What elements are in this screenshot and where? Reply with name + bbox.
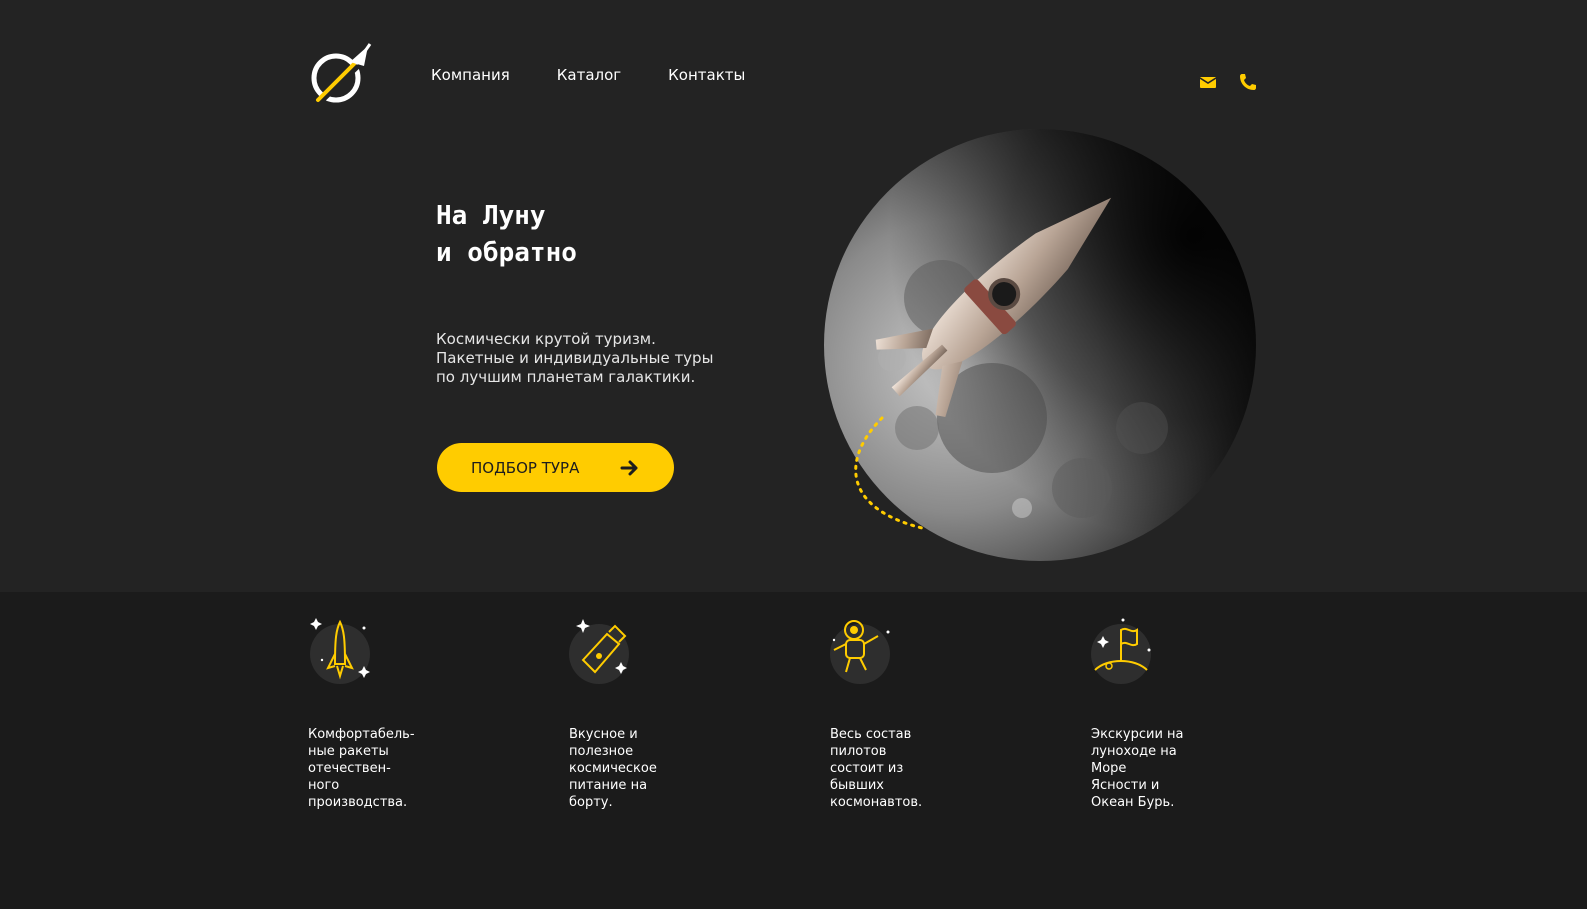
feature-item: Вкусное и полезное космическое питание н… (569, 614, 719, 811)
hero-subtitle: Космически крутой туризм. Пакетные и инд… (436, 330, 713, 387)
feature-text: Вкусное и полезное космическое питание н… (569, 726, 719, 811)
nav-item-contacts[interactable]: Контакты (668, 66, 745, 84)
arrow-right-icon (620, 460, 638, 476)
features-section (0, 592, 1587, 909)
tour-selection-button[interactable]: ПОДБОР ТУРА (437, 443, 674, 492)
feature-item: Весь состав пилотов состоит из бывших ко… (830, 614, 980, 811)
feature-text-line: полезное (569, 744, 634, 759)
moon-flag-icon (1091, 618, 1151, 684)
main-nav: Компания Каталог Контакты (431, 66, 792, 84)
feature-item: Комфортабель- ные ракеты отечествен- ног… (308, 614, 458, 811)
hero-subtitle-line: по лучшим планетам галактики. (436, 368, 696, 386)
feature-text-line: ного (308, 778, 340, 793)
feature-text-line: Ясности и (1091, 778, 1160, 793)
feature-text-line: космонавтов. (830, 795, 923, 810)
hero-subtitle-line: Пакетные и индивидуальные туры (436, 349, 714, 367)
feature-text-line: состоит из (830, 761, 904, 776)
space-food-tube-icon (569, 619, 629, 684)
feature-text-line: производства. (308, 795, 408, 810)
tour-selection-label: ПОДБОР ТУРА (471, 458, 580, 477)
nav-item-catalog[interactable]: Каталог (557, 66, 621, 84)
feature-text-line: отечествен- (308, 761, 391, 776)
feature-text-line: ные ракеты (308, 744, 389, 759)
hero-subtitle-line: Космически крутой туризм. (436, 330, 656, 348)
feature-text-line: пилотов (830, 744, 887, 759)
rocket-orbit-logo-icon[interactable] (306, 42, 374, 108)
hero-title-line: На Луну (436, 201, 546, 231)
moon-rocket-illustration (824, 129, 1256, 561)
feature-text-line: космическое (569, 761, 657, 776)
nav-item-company[interactable]: Компания (431, 66, 510, 84)
header-contacts (1198, 72, 1258, 92)
hero-title: На Луну и обратно (436, 198, 577, 272)
feature-text-line: Комфортабель- (308, 727, 415, 742)
feature-text-line: Море (1091, 761, 1127, 776)
feature-text-line: борту. (569, 795, 613, 810)
feature-text-line: питание на (569, 778, 648, 793)
hero-section (0, 0, 1587, 592)
rocket-icon (310, 618, 370, 684)
feature-text-line: луноходе на (1091, 744, 1177, 759)
feature-text-line: Весь состав (830, 727, 912, 742)
feature-text-line: Океан Бурь. (1091, 795, 1175, 810)
feature-text-line: бывших (830, 778, 884, 793)
hero-title-line: и обратно (436, 238, 577, 268)
feature-text: Весь состав пилотов состоит из бывших ко… (830, 726, 980, 811)
feature-text-line: Экскурсии на (1091, 727, 1184, 742)
feature-text: Комфортабель- ные ракеты отечествен- ног… (308, 726, 458, 811)
feature-text-line: Вкусное и (569, 727, 638, 742)
phone-icon[interactable] (1238, 72, 1258, 92)
mail-icon[interactable] (1198, 72, 1218, 92)
astronaut-icon (830, 620, 890, 684)
feature-text: Экскурсии на луноходе на Море Ясности и … (1091, 726, 1241, 811)
feature-item: Экскурсии на луноходе на Море Ясности и … (1091, 614, 1241, 811)
